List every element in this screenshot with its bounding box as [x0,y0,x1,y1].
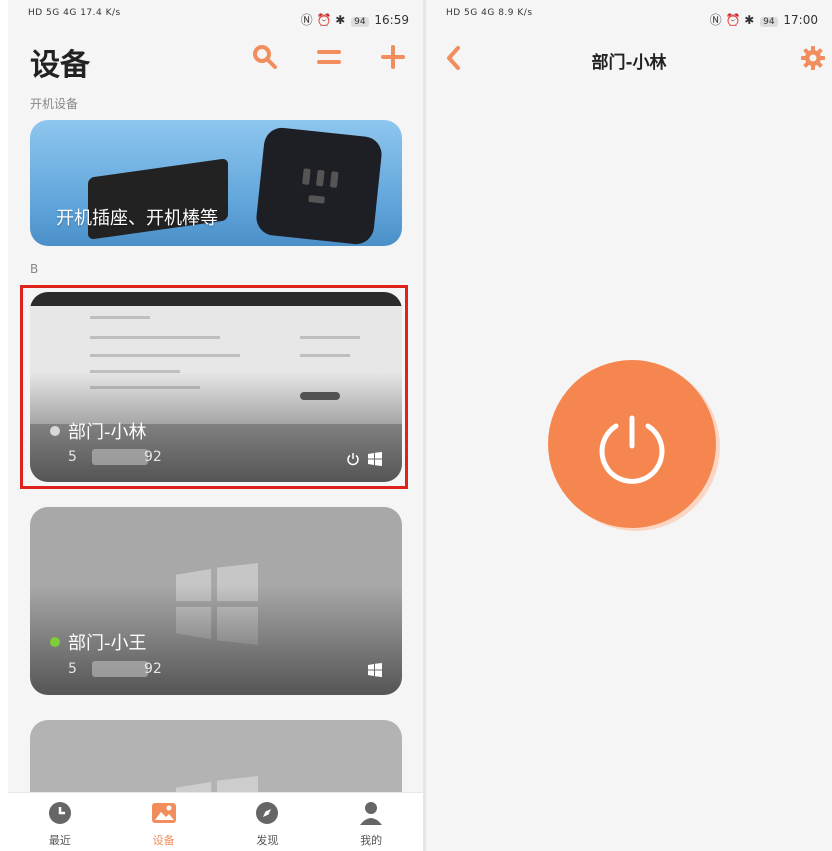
device-list-screen: HD 5G 4G 17.4 K/s Ⓝ ⏰ ✱ 94 16:59 设备 开机设备… [8,0,423,851]
status-right: Ⓝ ⏰ ✱ 94 17:00 [710,11,818,28]
bottom-tab-bar: 最近 设备 发现 我的 [8,792,423,851]
network-speed: 8.9 [498,8,515,18]
tab-label: 我的 [360,834,383,847]
status-bar: HD 5G 4G 8.9 K/s Ⓝ ⏰ ✱ 94 17:00 [426,0,832,34]
device-name: 部门-小王 [68,633,147,654]
nfc-icon: Ⓝ ⏰ ✱ [709,13,755,27]
smart-socket-image [254,126,384,246]
section-label-power-devices: 开机设备 [30,97,79,111]
page-title: 设备 [30,48,90,83]
network-speed: 17.4 [80,8,103,18]
device-title: 部门-小林 [591,53,667,73]
device-ip-start: 5 [68,661,77,677]
selection-highlight [20,285,408,489]
tab-mine[interactable]: 我的 [319,793,423,851]
menu-icon[interactable] [314,42,344,72]
power-button[interactable] [548,360,716,528]
battery-indicator: 94 [351,17,369,27]
user-icon [360,802,383,825]
power-icon [599,415,665,484]
device-card-xiaowang[interactable]: 部门-小王 5 92 [30,507,402,695]
promo-text: 开机插座、开机棒等 [56,208,218,229]
redacted-ip [92,661,148,677]
windows-icon [368,663,382,677]
tab-devices[interactable]: 设备 [112,793,216,851]
device-ip-end: 92 [144,661,162,677]
clock-time: 17:00 [783,13,818,27]
compass-icon [256,802,279,824]
status-bar: HD 5G 4G 17.4 K/s Ⓝ ⏰ ✱ 94 16:59 [8,0,423,34]
section-label-b: B [30,262,39,276]
gear-icon[interactable] [800,45,826,71]
tab-recent[interactable]: 最近 [8,793,112,851]
tab-discover[interactable]: 发现 [216,793,320,851]
tab-label: 发现 [256,834,279,847]
battery-indicator: 94 [760,17,778,27]
signal-indicator: HD 5G 4G 8.9 K/s [446,8,533,18]
add-icon[interactable] [378,42,408,72]
tab-label: 设备 [152,834,175,847]
gallery-icon [151,803,176,823]
nfc-icon: Ⓝ ⏰ ✱ [300,13,346,27]
signal-indicator: HD 5G 4G 17.4 K/s [28,8,121,18]
status-right: Ⓝ ⏰ ✱ 94 16:59 [301,11,409,28]
status-dot-online [50,637,60,647]
clock-time: 16:59 [374,13,409,27]
clock-icon [48,802,71,824]
device-detail-screen: HD 5G 4G 8.9 K/s Ⓝ ⏰ ✱ 94 17:00 部门-小林 [426,0,832,851]
power-device-promo-card[interactable]: 开机插座、开机棒等 [30,120,402,246]
tab-label: 最近 [48,834,71,847]
search-icon[interactable] [250,42,280,72]
